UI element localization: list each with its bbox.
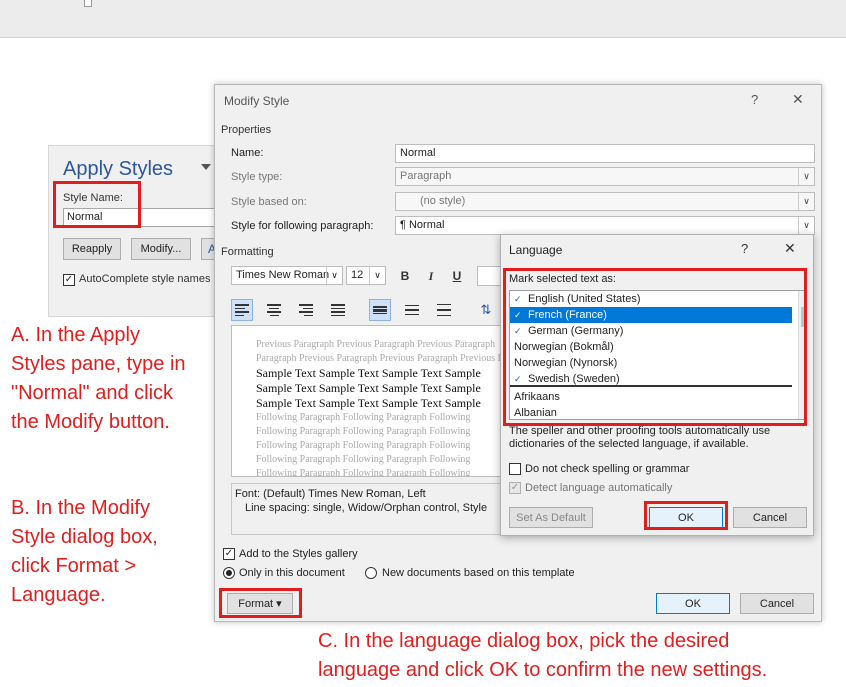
highlight-format-button: [219, 588, 302, 618]
annotation-b: B. In the Modify Style dialog box, click…: [11, 494, 158, 610]
preview-following-line: Following Paragraph Following Paragraph …: [256, 454, 471, 465]
highlight-style-name: [53, 181, 141, 228]
preview-sample-line: Sample Text Sample Text Sample Text Samp…: [256, 381, 481, 395]
page-corner-mark: [84, 0, 92, 7]
description-line: Line spacing: single, Widow/Orphan contr…: [245, 502, 488, 514]
language-title: Language: [509, 243, 563, 257]
annotation-line: A. In the Apply: [11, 324, 140, 346]
name-label: Name:: [231, 147, 264, 159]
style-type-label: Style type:: [231, 171, 283, 183]
new-documents-label: New documents based on this template: [382, 567, 575, 579]
preview-following-line: Following Paragraph Following Paragraph …: [256, 426, 471, 437]
highlight-language-list: [503, 268, 807, 426]
cancel-button[interactable]: Cancel: [740, 593, 814, 614]
annotation-line: Style dialog box,: [11, 526, 158, 548]
preview-previous-line: Paragraph Previous Paragraph Previous Pa…: [256, 353, 503, 364]
chevron-down-icon: ∨: [798, 217, 814, 234]
properties-heading: Properties: [221, 124, 272, 136]
preview-following-line: Following Paragraph Following Paragraph …: [256, 468, 471, 477]
style-description: Font: (Default) Times New Roman, Left Li…: [231, 483, 503, 535]
font-name-value: Times New Roman: [236, 269, 330, 281]
name-input[interactable]: Normal: [395, 144, 815, 163]
ok-button[interactable]: OK: [656, 593, 730, 614]
pane-menu-arrow-icon[interactable]: [201, 164, 211, 170]
font-size-value: 12: [351, 269, 364, 281]
annotation-line: language and click OK to confirm the new…: [318, 659, 768, 681]
proofing-info-line: The speller and other proofing tools aut…: [509, 425, 771, 437]
annotation-line: "Normal" and click: [11, 382, 174, 404]
style-preview: Previous Paragraph Previous Paragraph Pr…: [231, 325, 503, 477]
following-value: ¶ Normal: [400, 219, 445, 231]
formatting-heading: Formatting: [221, 246, 274, 258]
double-spacing-icon[interactable]: [433, 299, 455, 321]
single-spacing-icon[interactable]: [369, 299, 391, 321]
add-to-gallery-label: Add to the Styles gallery: [239, 548, 358, 560]
italic-button[interactable]: I: [421, 266, 441, 286]
annotation-line: C. In the language dialog box, pick the …: [318, 630, 730, 652]
autocomplete-checkbox[interactable]: ✓: [63, 274, 75, 286]
close-icon[interactable]: ✕: [784, 240, 796, 257]
preview-sample-line: Sample Text Sample Text Sample Text Samp…: [256, 366, 481, 380]
new-documents-radio[interactable]: [365, 567, 377, 579]
bold-button[interactable]: B: [395, 266, 415, 286]
annotation-line: Language.: [11, 584, 106, 606]
chevron-down-icon: ∨: [326, 267, 342, 284]
one-half-spacing-icon[interactable]: [401, 299, 423, 321]
chevron-down-icon: ∨: [369, 267, 385, 284]
only-this-document-radio[interactable]: [223, 567, 235, 579]
proofing-info: The speller and other proofing tools aut…: [509, 425, 770, 451]
close-icon[interactable]: ✕: [792, 91, 804, 108]
apply-styles-pane: Apply Styles Style Name: Normal Reapply …: [48, 145, 223, 317]
underline-button[interactable]: U: [447, 266, 467, 286]
font-size-select[interactable]: 12 ∨: [346, 266, 386, 285]
no-spell-check-checkbox[interactable]: [509, 463, 521, 475]
style-type-select[interactable]: Paragraph ∨: [395, 167, 815, 186]
annotation-c: C. In the language dialog box, pick the …: [318, 627, 767, 685]
based-on-value: (no style): [420, 195, 466, 207]
detect-language-label: Detect language automatically: [525, 482, 673, 494]
annotation-a: A. In the Apply Styles pane, type in "No…: [0, 318, 208, 440]
top-window-strip: [0, 0, 846, 38]
chevron-down-icon: ∨: [798, 168, 814, 185]
language-cancel-button[interactable]: Cancel: [733, 507, 807, 528]
proofing-info-line: dictionaries of the selected language, i…: [509, 438, 749, 450]
preview-following-line: Following Paragraph Following Paragraph …: [256, 412, 471, 423]
justify-icon[interactable]: [327, 299, 349, 321]
following-label: Style for following paragraph:: [231, 220, 374, 232]
chevron-down-icon: ∨: [798, 193, 814, 210]
modify-button[interactable]: Modify...: [131, 238, 191, 260]
annotation-line: Styles pane, type in: [11, 353, 186, 375]
annotation-line: B. In the Modify: [11, 497, 150, 519]
preview-following-line: Following Paragraph Following Paragraph …: [256, 440, 471, 451]
preview-previous-line: Previous Paragraph Previous Paragraph Pr…: [256, 339, 496, 350]
help-icon[interactable]: ?: [741, 241, 748, 256]
annotation-line: the Modify button.: [11, 411, 170, 433]
preview-sample-line: Sample Text Sample Text Sample Text Samp…: [256, 396, 481, 410]
following-select[interactable]: ¶ Normal ∨: [395, 216, 815, 235]
annotation-line: click Format >: [11, 555, 137, 577]
detect-language-checkbox[interactable]: ✓: [509, 482, 521, 494]
style-type-value: Paragraph: [400, 170, 452, 182]
line-spacing-icon[interactable]: ⇅: [475, 299, 497, 321]
apply-styles-title: Apply Styles: [63, 158, 174, 180]
based-on-select[interactable]: (no style) ∨: [395, 192, 815, 211]
help-icon[interactable]: ?: [751, 92, 758, 107]
align-left-icon[interactable]: [231, 299, 253, 321]
no-spell-check-label: Do not check spelling or grammar: [525, 463, 690, 475]
add-to-gallery-checkbox[interactable]: ✓: [223, 548, 235, 560]
autocomplete-label: AutoComplete style names: [79, 273, 211, 285]
highlight-language-ok: [644, 501, 728, 530]
based-on-label: Style based on:: [231, 196, 307, 208]
description-line: Font: (Default) Times New Roman, Left: [235, 488, 426, 500]
modify-style-title: Modify Style: [224, 94, 290, 108]
align-center-icon[interactable]: [263, 299, 285, 321]
set-as-default-button[interactable]: Set As Default: [509, 507, 593, 528]
only-this-document-label: Only in this document: [239, 567, 345, 579]
font-name-select[interactable]: Times New Roman ∨: [231, 266, 343, 285]
reapply-button[interactable]: Reapply: [63, 238, 121, 260]
align-right-icon[interactable]: [295, 299, 317, 321]
